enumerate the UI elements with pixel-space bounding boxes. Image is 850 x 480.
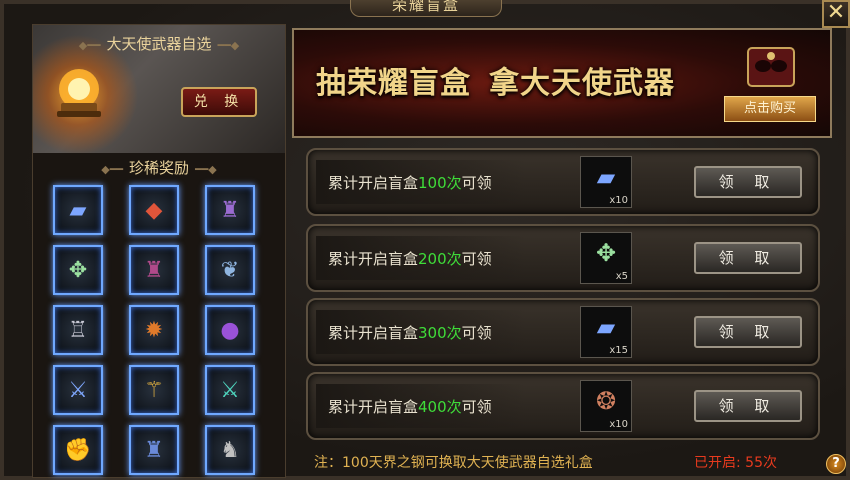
- gauntlet-reward-cell[interactable]: ✊: [53, 425, 103, 475]
- purple-orb-reward-cell[interactable]: ●: [205, 305, 255, 355]
- reward-row: 累计开启盲盒300次可领 ▰ x15 领 取: [306, 298, 820, 366]
- blue-ingot-reward-cell[interactable]: ▰: [53, 185, 103, 235]
- dark-helm-reward-cell[interactable]: ♞: [205, 425, 255, 475]
- dark-armor-reward-cell[interactable]: ♜: [129, 245, 179, 295]
- mask-icon: [747, 47, 795, 87]
- sword-reward-cell[interactable]: ⚔: [53, 365, 103, 415]
- weapon-chest-icon: [57, 69, 101, 117]
- reward-item-slot[interactable]: ✥ x5: [580, 232, 632, 284]
- staff-icon: ⚚: [144, 377, 164, 403]
- reward-row: 累计开启盲盒200次可领 ✥ x5 领 取: [306, 224, 820, 292]
- chest-armor-reward-cell[interactable]: ♜: [129, 425, 179, 475]
- cannon-reward-cell[interactable]: ✹: [129, 305, 179, 355]
- chest-armor-icon: ♜: [144, 437, 164, 463]
- rare-rewards-title: ◆━━ 珍稀奖励 ━━◆: [101, 159, 217, 177]
- reward-row: 累计开启盲盒100次可领 ▰ x10 领 取: [306, 148, 820, 216]
- buy-button[interactable]: 点击购买: [724, 96, 816, 122]
- gauntlet-icon: ✊: [64, 437, 92, 463]
- feather-icon: ❦: [220, 257, 240, 283]
- claim-button[interactable]: 领 取: [694, 166, 802, 198]
- reward-condition: 累计开启盲盒400次可领: [328, 398, 492, 416]
- dark-armor-reward-cell[interactable]: ♜: [205, 185, 255, 235]
- window-title: 荣耀盲盒: [350, 0, 502, 17]
- exchange-button[interactable]: 兑 换: [181, 87, 257, 117]
- reward-condition: 累计开启盲盒100次可领: [328, 174, 492, 192]
- reward-quantity: x15: [609, 345, 628, 356]
- armor-icon: ♖: [68, 317, 88, 343]
- blue-ingot-icon: ▰: [596, 163, 616, 191]
- reward-item-slot[interactable]: ▰ x10: [580, 156, 632, 208]
- green-amulet-icon: ✥: [68, 257, 88, 283]
- weapon-select-title: ◆━━ 大天使武器自选 ━━◆: [78, 35, 240, 53]
- reward-quantity: x10: [609, 419, 628, 430]
- reward-condition: 累计开启盲盒300次可领: [328, 324, 492, 342]
- claim-button[interactable]: 领 取: [694, 390, 802, 422]
- claim-button[interactable]: 领 取: [694, 242, 802, 274]
- dark-helm-icon: ♞: [220, 437, 240, 463]
- blue-ingot-icon: ▰: [69, 197, 87, 223]
- blue-ingot-icon: ▰: [596, 313, 616, 341]
- reward-item-slot[interactable]: ❂ x10: [580, 380, 632, 432]
- help-icon[interactable]: ?: [826, 454, 846, 474]
- reward-count: 300次: [418, 324, 462, 342]
- reward-count: 200次: [418, 250, 462, 268]
- blade-reward-cell[interactable]: ⚔: [205, 365, 255, 415]
- reward-count: 400次: [418, 398, 462, 416]
- promo-banner: 抽荣耀盲盒 拿大天使武器 点击购买: [292, 28, 832, 138]
- opened-count: 已开启: 55次: [694, 455, 777, 471]
- dark-armor-icon: ♜: [220, 197, 240, 223]
- reward-quantity: x10: [609, 195, 628, 206]
- blade-icon: ⚔: [220, 377, 240, 403]
- reward-item-slot[interactable]: ▰ x15: [580, 306, 632, 358]
- reward-condition: 累计开启盲盒200次可领: [328, 250, 492, 268]
- staff-reward-cell[interactable]: ⚚: [129, 365, 179, 415]
- purple-orb-icon: ●: [220, 317, 240, 343]
- green-amulet-reward-cell[interactable]: ✥: [53, 245, 103, 295]
- green-amulet-icon: ✥: [595, 239, 617, 267]
- claim-button[interactable]: 领 取: [694, 316, 802, 348]
- mask-icon: ❂: [595, 387, 617, 415]
- sword-icon: ⚔: [68, 377, 88, 403]
- left-panel: ◆━━ 大天使武器自选 ━━◆ 兑 换 ◆━━ 珍稀奖励 ━━◆ ▰ ◆ ♜ ✥ ♜ ❦ ♖ ✹ ● ⚔ ⚚…: [32, 24, 286, 478]
- armor-reward-cell[interactable]: ♖: [53, 305, 103, 355]
- close-icon[interactable]: ✕: [822, 0, 850, 28]
- banner-slogan: 抽荣耀盲盒 拿大天使武器: [316, 66, 675, 101]
- dark-armor-icon: ♜: [144, 257, 164, 283]
- exchange-note: 注：100天界之钢可换取大天使武器自选礼盒: [314, 455, 593, 471]
- reward-row: 累计开启盲盒400次可领 ❂ x10 领 取: [306, 372, 820, 440]
- red-gem-reward-cell[interactable]: ◆: [129, 185, 179, 235]
- red-gem-icon: ◆: [145, 197, 163, 223]
- cannon-icon: ✹: [144, 317, 164, 343]
- reward-count: 100次: [418, 174, 462, 192]
- feather-reward-cell[interactable]: ❦: [205, 245, 255, 295]
- weapon-select-section: ◆━━ 大天使武器自选 ━━◆ 兑 换: [33, 25, 285, 153]
- reward-quantity: x5: [615, 271, 628, 282]
